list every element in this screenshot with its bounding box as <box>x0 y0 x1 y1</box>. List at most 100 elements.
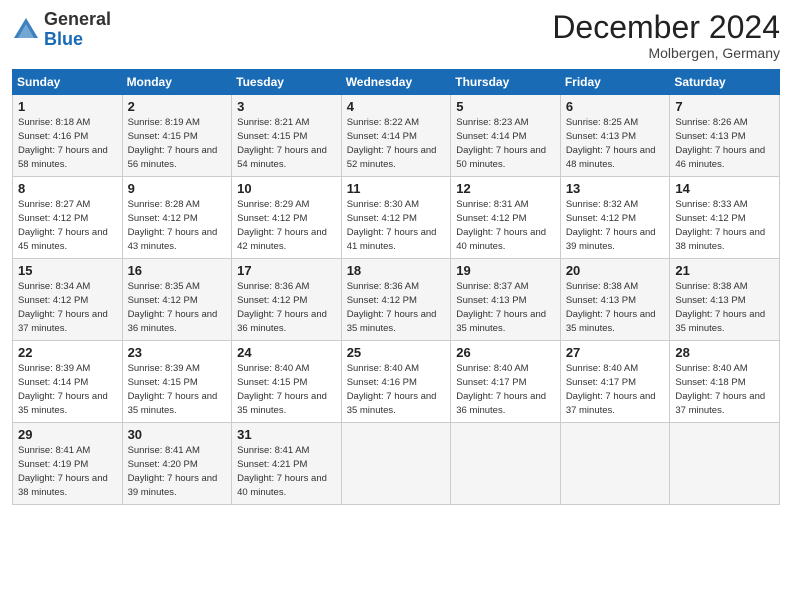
logo-general-text: General <box>44 9 111 29</box>
calendar-week-1: 1 Sunrise: 8:18 AMSunset: 4:16 PMDayligh… <box>13 95 780 177</box>
day-detail: Sunrise: 8:40 AMSunset: 4:15 PMDaylight:… <box>237 363 327 415</box>
day-number: 5 <box>456 99 555 114</box>
calendar-cell: 17 Sunrise: 8:36 AMSunset: 4:12 PMDaylig… <box>232 259 342 341</box>
day-detail: Sunrise: 8:31 AMSunset: 4:12 PMDaylight:… <box>456 199 546 251</box>
day-number: 29 <box>18 427 117 442</box>
day-number: 10 <box>237 181 336 196</box>
logo-text: General Blue <box>44 10 111 50</box>
calendar-week-3: 15 Sunrise: 8:34 AMSunset: 4:12 PMDaylig… <box>13 259 780 341</box>
calendar-cell: 26 Sunrise: 8:40 AMSunset: 4:17 PMDaylig… <box>451 341 561 423</box>
day-detail: Sunrise: 8:41 AMSunset: 4:20 PMDaylight:… <box>128 445 218 497</box>
calendar-cell: 20 Sunrise: 8:38 AMSunset: 4:13 PMDaylig… <box>560 259 670 341</box>
calendar-header-row: Sunday Monday Tuesday Wednesday Thursday… <box>13 70 780 95</box>
header: General Blue December 2024 Molbergen, Ge… <box>12 10 780 61</box>
day-number: 6 <box>566 99 665 114</box>
month-title: December 2024 <box>552 10 780 45</box>
day-number: 9 <box>128 181 227 196</box>
day-detail: Sunrise: 8:39 AMSunset: 4:15 PMDaylight:… <box>128 363 218 415</box>
day-detail: Sunrise: 8:34 AMSunset: 4:12 PMDaylight:… <box>18 281 108 333</box>
day-number: 14 <box>675 181 774 196</box>
col-sunday: Sunday <box>13 70 123 95</box>
calendar-cell: 9 Sunrise: 8:28 AMSunset: 4:12 PMDayligh… <box>122 177 232 259</box>
calendar-cell: 10 Sunrise: 8:29 AMSunset: 4:12 PMDaylig… <box>232 177 342 259</box>
day-number: 25 <box>347 345 446 360</box>
day-detail: Sunrise: 8:25 AMSunset: 4:13 PMDaylight:… <box>566 117 656 169</box>
day-number: 12 <box>456 181 555 196</box>
calendar-cell: 29 Sunrise: 8:41 AMSunset: 4:19 PMDaylig… <box>13 423 123 505</box>
day-detail: Sunrise: 8:41 AMSunset: 4:19 PMDaylight:… <box>18 445 108 497</box>
day-number: 11 <box>347 181 446 196</box>
calendar-cell: 1 Sunrise: 8:18 AMSunset: 4:16 PMDayligh… <box>13 95 123 177</box>
day-number: 22 <box>18 345 117 360</box>
day-number: 8 <box>18 181 117 196</box>
day-number: 21 <box>675 263 774 278</box>
col-friday: Friday <box>560 70 670 95</box>
day-detail: Sunrise: 8:22 AMSunset: 4:14 PMDaylight:… <box>347 117 437 169</box>
calendar-cell: 2 Sunrise: 8:19 AMSunset: 4:15 PMDayligh… <box>122 95 232 177</box>
day-number: 31 <box>237 427 336 442</box>
day-number: 30 <box>128 427 227 442</box>
day-detail: Sunrise: 8:18 AMSunset: 4:16 PMDaylight:… <box>18 117 108 169</box>
day-number: 18 <box>347 263 446 278</box>
logo-icon <box>12 16 40 44</box>
calendar-cell: 21 Sunrise: 8:38 AMSunset: 4:13 PMDaylig… <box>670 259 780 341</box>
day-number: 2 <box>128 99 227 114</box>
calendar-cell <box>451 423 561 505</box>
calendar-week-5: 29 Sunrise: 8:41 AMSunset: 4:19 PMDaylig… <box>13 423 780 505</box>
calendar-cell: 28 Sunrise: 8:40 AMSunset: 4:18 PMDaylig… <box>670 341 780 423</box>
day-detail: Sunrise: 8:35 AMSunset: 4:12 PMDaylight:… <box>128 281 218 333</box>
day-detail: Sunrise: 8:32 AMSunset: 4:12 PMDaylight:… <box>566 199 656 251</box>
calendar-cell: 11 Sunrise: 8:30 AMSunset: 4:12 PMDaylig… <box>341 177 451 259</box>
day-detail: Sunrise: 8:27 AMSunset: 4:12 PMDaylight:… <box>18 199 108 251</box>
day-detail: Sunrise: 8:40 AMSunset: 4:17 PMDaylight:… <box>456 363 546 415</box>
calendar-cell: 6 Sunrise: 8:25 AMSunset: 4:13 PMDayligh… <box>560 95 670 177</box>
day-detail: Sunrise: 8:28 AMSunset: 4:12 PMDaylight:… <box>128 199 218 251</box>
calendar-cell: 15 Sunrise: 8:34 AMSunset: 4:12 PMDaylig… <box>13 259 123 341</box>
day-detail: Sunrise: 8:40 AMSunset: 4:16 PMDaylight:… <box>347 363 437 415</box>
calendar-cell <box>560 423 670 505</box>
calendar-cell: 27 Sunrise: 8:40 AMSunset: 4:17 PMDaylig… <box>560 341 670 423</box>
calendar-cell: 16 Sunrise: 8:35 AMSunset: 4:12 PMDaylig… <box>122 259 232 341</box>
calendar-week-4: 22 Sunrise: 8:39 AMSunset: 4:14 PMDaylig… <box>13 341 780 423</box>
calendar-cell: 4 Sunrise: 8:22 AMSunset: 4:14 PMDayligh… <box>341 95 451 177</box>
day-number: 1 <box>18 99 117 114</box>
day-detail: Sunrise: 8:23 AMSunset: 4:14 PMDaylight:… <box>456 117 546 169</box>
calendar-cell: 18 Sunrise: 8:36 AMSunset: 4:12 PMDaylig… <box>341 259 451 341</box>
day-number: 19 <box>456 263 555 278</box>
logo-blue-text: Blue <box>44 29 83 49</box>
day-number: 4 <box>347 99 446 114</box>
calendar-cell <box>670 423 780 505</box>
day-detail: Sunrise: 8:38 AMSunset: 4:13 PMDaylight:… <box>675 281 765 333</box>
col-saturday: Saturday <box>670 70 780 95</box>
day-number: 20 <box>566 263 665 278</box>
day-detail: Sunrise: 8:19 AMSunset: 4:15 PMDaylight:… <box>128 117 218 169</box>
day-number: 28 <box>675 345 774 360</box>
calendar-cell: 19 Sunrise: 8:37 AMSunset: 4:13 PMDaylig… <box>451 259 561 341</box>
day-detail: Sunrise: 8:36 AMSunset: 4:12 PMDaylight:… <box>347 281 437 333</box>
day-detail: Sunrise: 8:36 AMSunset: 4:12 PMDaylight:… <box>237 281 327 333</box>
calendar-cell: 22 Sunrise: 8:39 AMSunset: 4:14 PMDaylig… <box>13 341 123 423</box>
day-detail: Sunrise: 8:40 AMSunset: 4:18 PMDaylight:… <box>675 363 765 415</box>
title-area: December 2024 Molbergen, Germany <box>552 10 780 61</box>
day-detail: Sunrise: 8:38 AMSunset: 4:13 PMDaylight:… <box>566 281 656 333</box>
day-number: 16 <box>128 263 227 278</box>
day-number: 27 <box>566 345 665 360</box>
day-number: 23 <box>128 345 227 360</box>
calendar-cell: 5 Sunrise: 8:23 AMSunset: 4:14 PMDayligh… <box>451 95 561 177</box>
day-detail: Sunrise: 8:40 AMSunset: 4:17 PMDaylight:… <box>566 363 656 415</box>
calendar-cell: 24 Sunrise: 8:40 AMSunset: 4:15 PMDaylig… <box>232 341 342 423</box>
calendar-cell: 31 Sunrise: 8:41 AMSunset: 4:21 PMDaylig… <box>232 423 342 505</box>
calendar-cell: 14 Sunrise: 8:33 AMSunset: 4:12 PMDaylig… <box>670 177 780 259</box>
day-detail: Sunrise: 8:29 AMSunset: 4:12 PMDaylight:… <box>237 199 327 251</box>
calendar-cell: 25 Sunrise: 8:40 AMSunset: 4:16 PMDaylig… <box>341 341 451 423</box>
col-thursday: Thursday <box>451 70 561 95</box>
calendar-cell: 13 Sunrise: 8:32 AMSunset: 4:12 PMDaylig… <box>560 177 670 259</box>
calendar-cell <box>341 423 451 505</box>
day-number: 13 <box>566 181 665 196</box>
location: Molbergen, Germany <box>552 45 780 61</box>
day-detail: Sunrise: 8:37 AMSunset: 4:13 PMDaylight:… <box>456 281 546 333</box>
calendar-cell: 12 Sunrise: 8:31 AMSunset: 4:12 PMDaylig… <box>451 177 561 259</box>
day-number: 17 <box>237 263 336 278</box>
calendar-week-2: 8 Sunrise: 8:27 AMSunset: 4:12 PMDayligh… <box>13 177 780 259</box>
calendar-cell: 7 Sunrise: 8:26 AMSunset: 4:13 PMDayligh… <box>670 95 780 177</box>
